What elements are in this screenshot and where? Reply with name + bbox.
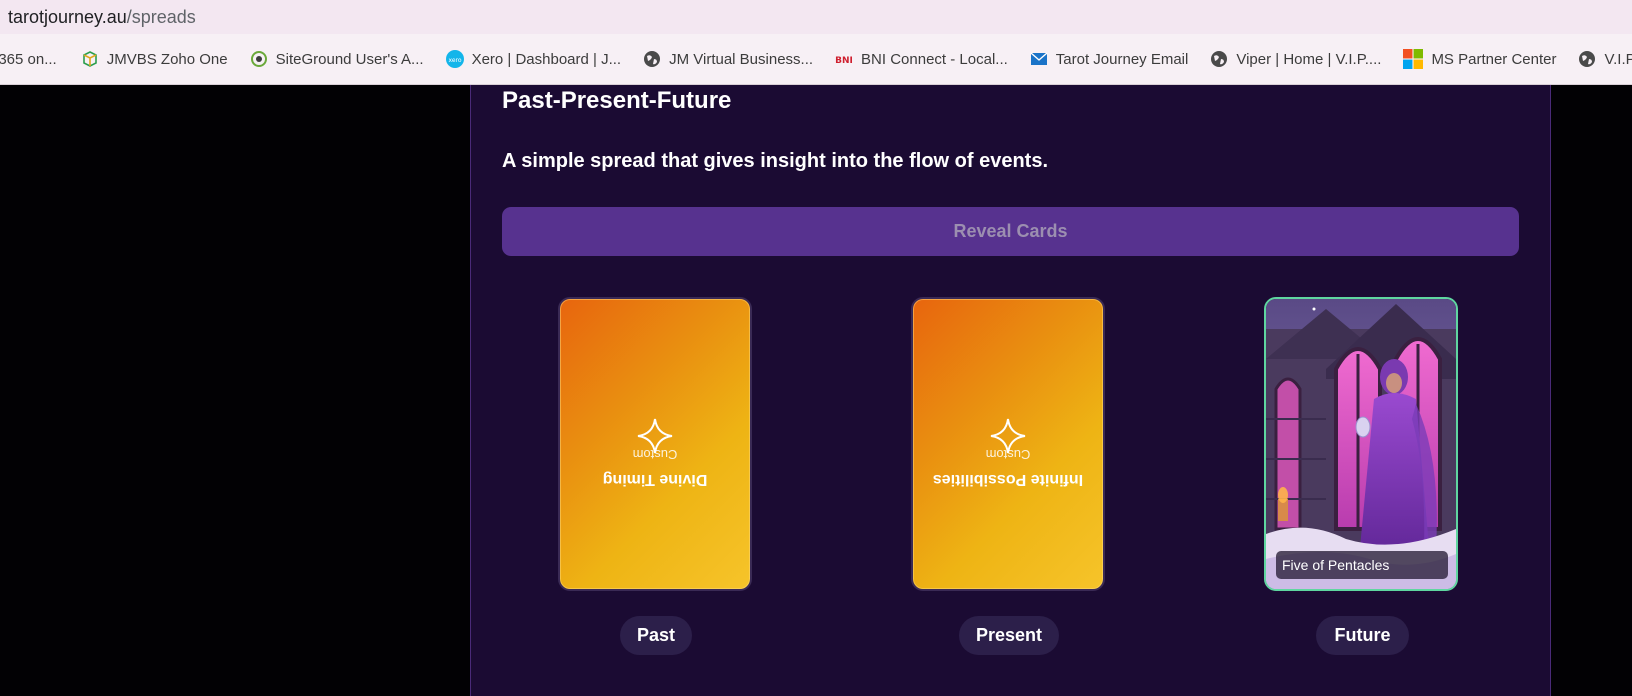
address-bar[interactable]: tarotjourney.au/spreads: [0, 0, 1632, 34]
microsoft-icon: [1403, 49, 1424, 69]
card-future[interactable]: Five of Pentacles: [1264, 297, 1458, 591]
globe-icon: [1579, 51, 1596, 67]
bni-icon: BNI: [835, 56, 853, 66]
bookmark-zoho[interactable]: JMVBS Zoho One: [81, 50, 228, 68]
bookmark-ms-partner[interactable]: MS Partner Center: [1403, 49, 1556, 69]
card-back-face: Infinite Possibilities Custom: [913, 299, 1103, 589]
card-present[interactable]: Infinite Possibilities Custom: [911, 297, 1105, 591]
card-illustration: [1266, 299, 1456, 589]
spread-title: Past-Present-Future: [502, 87, 732, 114]
url-host: tarotjourney.au: [8, 6, 127, 27]
bookmark-label: SiteGround User's A...: [275, 50, 424, 68]
card-deck: Custom: [985, 447, 1031, 462]
bookmark-label: JM Virtual Business...: [669, 50, 814, 68]
bookmark-tarot-email[interactable]: Tarot Journey Email: [1030, 50, 1189, 68]
position-label-present: Present: [959, 616, 1059, 655]
svg-text:BNI: BNI: [835, 56, 853, 66]
siteground-icon: [250, 51, 267, 67]
mail-icon: [1030, 52, 1048, 65]
card-deck: Custom: [632, 447, 678, 462]
bookmark-bni[interactable]: BNI BNI Connect - Local...: [835, 50, 1008, 68]
spread-description: A simple spread that gives insight into …: [502, 150, 1049, 172]
bookmark-office[interactable]: 0365 on...: [0, 51, 57, 68]
card-name: Infinite Possibilities: [932, 471, 1084, 488]
bookmark-label: V.I.P. On: [1604, 50, 1632, 68]
globe-icon: [644, 51, 661, 67]
bookmarks-bar: 0365 on... JMVBS Zoho One SiteGround Use…: [0, 34, 1632, 85]
card-past[interactable]: Divine Timing Custom: [558, 297, 752, 591]
browser-window: tarotjourney.au/spreads 0365 on... JMVBS…: [0, 0, 1632, 696]
zoho-cube-icon: [82, 51, 97, 67]
bookmark-label: MS Partner Center: [1431, 50, 1557, 68]
bookmark-label: JMVBS Zoho One: [106, 50, 228, 68]
spread-panel: Past-Present-Future A simple spread that…: [470, 85, 1551, 696]
position-label-future: Future: [1316, 616, 1409, 655]
url-text[interactable]: tarotjourney.au/spreads: [8, 7, 196, 28]
reveal-cards-button[interactable]: Reveal Cards: [502, 207, 1519, 256]
bookmark-siteground[interactable]: SiteGround User's A...: [250, 50, 424, 68]
bookmark-xero[interactable]: xero Xero | Dashboard | J...: [445, 50, 622, 68]
bookmark-label: Xero | Dashboard | J...: [471, 50, 622, 68]
svg-text:xero: xero: [448, 57, 461, 64]
globe-icon: [1211, 51, 1228, 67]
bookmark-label: Tarot Journey Email: [1055, 50, 1189, 68]
position-label-past: Past: [620, 616, 692, 655]
page-viewport: Past-Present-Future A simple spread that…: [0, 85, 1632, 696]
url-path: /spreads: [126, 6, 196, 27]
xero-icon: xero: [445, 50, 464, 68]
card-name-caption: Five of Pentacles: [1276, 551, 1448, 579]
bookmark-jm-virtual[interactable]: JM Virtual Business...: [643, 50, 813, 68]
bookmark-viper[interactable]: Viper | Home | V.I.P....: [1210, 50, 1381, 68]
bookmark-label: BNI Connect - Local...: [861, 50, 1008, 68]
bookmark-label: Viper | Home | V.I.P....: [1236, 50, 1382, 68]
card-back-face: Divine Timing Custom: [560, 299, 750, 589]
bookmark-label: 0365 on...: [0, 50, 57, 68]
bookmark-vip[interactable]: V.I.P. On: [1578, 50, 1632, 68]
card-name: Divine Timing: [602, 471, 708, 488]
